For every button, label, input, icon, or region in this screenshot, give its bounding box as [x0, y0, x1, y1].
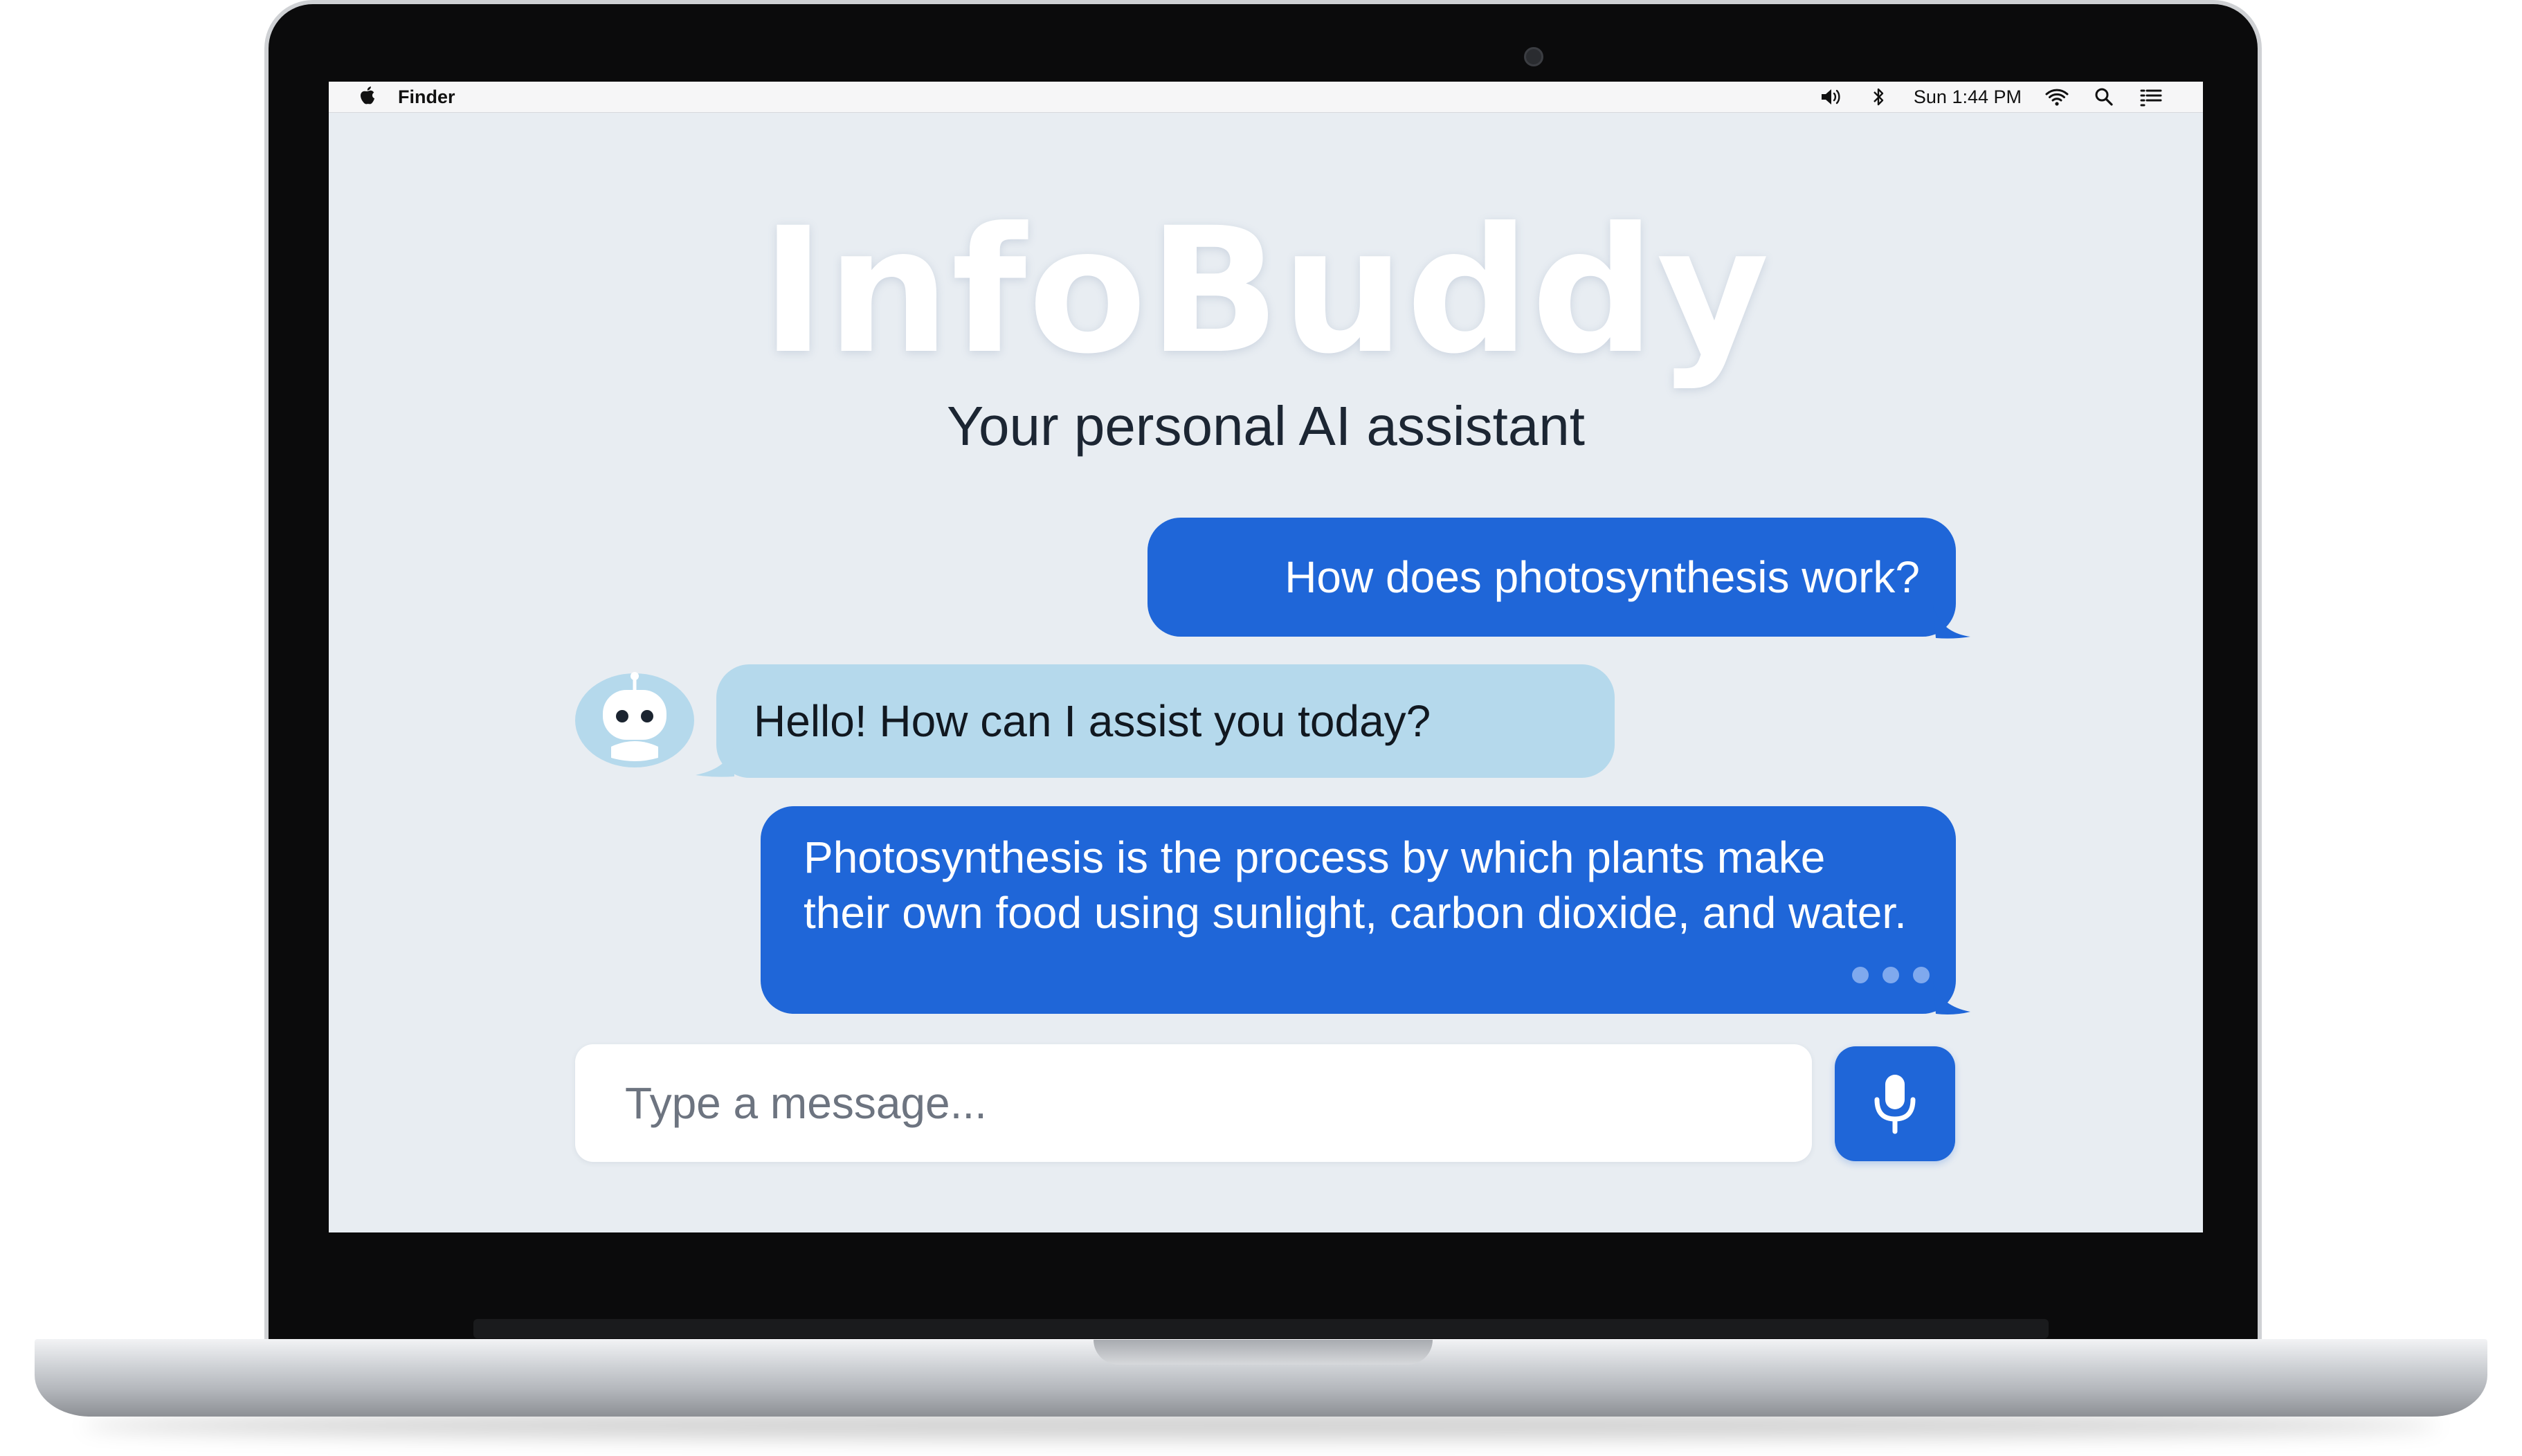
- typing-dot: [1852, 967, 1869, 983]
- menu-bar-status: Sun 1:44 PM: [1820, 82, 2163, 112]
- app-logo-title: InfoBuddy: [761, 190, 1771, 392]
- bot-message-bubble: Hello! How can I assist you today?: [716, 664, 1615, 778]
- webcam: [1524, 47, 1543, 66]
- menu-bar: Finder Sun 1:44 PM: [329, 82, 2203, 113]
- wifi-icon[interactable]: [2045, 87, 2069, 107]
- typing-dot: [1883, 967, 1899, 983]
- list-icon[interactable]: [2139, 87, 2163, 107]
- message-text: How does photosynthesis work?: [1285, 552, 1920, 602]
- bubble-tail: [1933, 981, 1970, 1014]
- search-icon[interactable]: [2092, 87, 2116, 107]
- screen: Finder Sun 1:44 PM InfoBuddy Your person…: [329, 82, 2203, 1232]
- bezel-strip: [473, 1319, 2049, 1338]
- user-message-bubble: Photosynthesis is the process by which p…: [761, 806, 1956, 1014]
- app-subtitle: Your personal AI assistant: [946, 395, 1586, 457]
- laptop-mockup: Finder Sun 1:44 PM InfoBuddy Your person…: [0, 0, 2522, 1456]
- laptop-notch: [1094, 1340, 1433, 1365]
- bubble-tail: [696, 745, 734, 777]
- microphone-button[interactable]: [1835, 1046, 1955, 1161]
- bluetooth-icon[interactable]: [1867, 87, 1890, 107]
- typing-indicator: [1852, 967, 1930, 983]
- microphone-icon: [1874, 1075, 1916, 1134]
- active-app-name[interactable]: Finder: [398, 87, 455, 108]
- bubble-tail: [1933, 605, 1970, 639]
- apple-icon[interactable]: [356, 85, 377, 109]
- user-message-bubble: How does photosynthesis work?: [1147, 518, 1956, 637]
- message-input[interactable]: [624, 1077, 1763, 1129]
- menu-bar-clock[interactable]: Sun 1:44 PM: [1914, 87, 2022, 108]
- volume-icon[interactable]: [1820, 87, 1843, 107]
- message-input-container: [575, 1044, 1812, 1162]
- bot-avatar: [575, 672, 694, 767]
- message-text: Hello! How can I assist you today?: [754, 696, 1431, 746]
- typing-dot: [1913, 967, 1930, 983]
- message-text: Photosynthesis is the process by which p…: [804, 832, 1907, 938]
